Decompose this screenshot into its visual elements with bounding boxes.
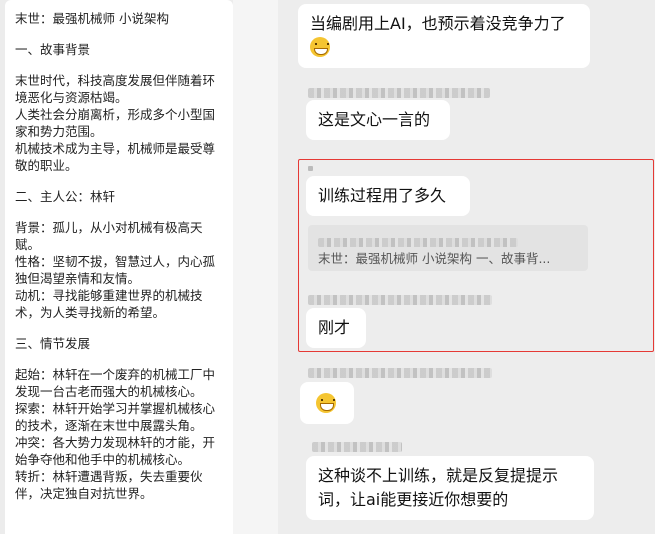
document-panel: 末世：最强机械师 小说架构 一、故事背景 末世时代，科技高度发展但伴随着环境恶化… [0,0,270,534]
section-background-body: 末世时代，科技高度发展但伴随着环境恶化与资源枯竭。 人类社会分崩离析，形成多个小… [15,72,223,174]
chat-bubble[interactable]: 刚才 [306,308,366,348]
section-plot-body: 起始：林轩在一个废弃的机械工厂中发现一台古老而强大的机械核心。 探索：林轩开始学… [15,366,223,502]
chat-bubble[interactable]: 训练过程用了多久 [306,176,470,216]
message-text: 这是文心一言的 [318,110,431,129]
document-card: 末世：最强机械师 小说架构 一、故事背景 末世时代，科技高度发展但伴随着环境恶化… [5,0,233,534]
message-text: 当编剧用上AI，也预示着没竞争力了 [310,14,566,33]
chat-bubble[interactable]: 这种谈不上训练，就是反复提提示词，让ai能更接近你想要的 [306,456,594,520]
blurred-sender-name [308,88,490,98]
section-heading-background: 一、故事背景 [15,42,91,57]
quote-text: 末世：最强机械师 小说架构 一、故事背... [318,251,551,266]
paragraph: 动机：寻找能够重建世界的机械技术，为人类寻找新的希望。 [15,288,203,320]
paragraph: 探索：林轩开始学习并掌握机械核心的技术，逐渐在末世中展露头角。 [15,401,216,433]
blurred-quote-sender [318,238,518,247]
document-title: 末世：最强机械师 小说架构 [15,11,169,26]
chat-bubble[interactable] [300,382,354,424]
message-text: 这种谈不上训练，就是反复提提示词，让ai能更接近你想要的 [318,466,559,509]
laugh-emoji-icon [316,393,336,413]
section-heading-protagonist: 二、主人公：林轩 [15,189,116,204]
paragraph: 转折：林轩遭遇背叛，失去重要伙伴，决定独自对抗世界。 [15,469,203,501]
message-text: 刚才 [318,318,351,337]
chat-panel: 当编剧用上AI，也预示着没竞争力了 这是文心一言的 训练过程用了多久 末世：最强… [278,0,655,534]
paragraph: 末世时代，科技高度发展但伴随着环境恶化与资源枯竭。 [15,73,216,105]
blurred-marker [308,166,313,171]
paragraph: 性格：坚韧不拔，智慧过人，内心孤独但渴望亲情和友情。 [15,254,216,286]
quoted-message[interactable]: 末世：最强机械师 小说架构 一、故事背... [308,225,588,271]
paragraph: 人类社会分崩离析，形成多个小型国家和势力范围。 [15,107,216,139]
paragraph: 起始：林轩在一个废弃的机械工厂中发现一台古老而强大的机械核心。 [15,367,216,399]
paragraph: 背景：孤儿，从小对机械有极高天赋。 [15,220,203,252]
chat-bubble[interactable]: 当编剧用上AI，也预示着没竞争力了 [298,4,590,68]
blurred-sender-name [308,368,492,378]
paragraph: 机械技术成为主导，机械师是最受尊敬的职业。 [15,141,216,173]
section-heading-plot: 三、情节发展 [15,336,91,351]
blurred-sender-name [312,442,402,452]
message-text: 训练过程用了多久 [318,186,447,205]
panel-divider [233,0,278,534]
blurred-sender-name [308,295,492,305]
grin-emoji-icon [310,37,330,57]
chat-bubble[interactable]: 这是文心一言的 [306,100,450,140]
section-protagonist-body: 背景：孤儿，从小对机械有极高天赋。 性格：坚韧不拔，智慧过人，内心孤独但渴望亲情… [15,219,223,321]
paragraph: 冲突：各大势力发现林轩的才能，开始争夺他和他手中的机械核心。 [15,435,216,467]
